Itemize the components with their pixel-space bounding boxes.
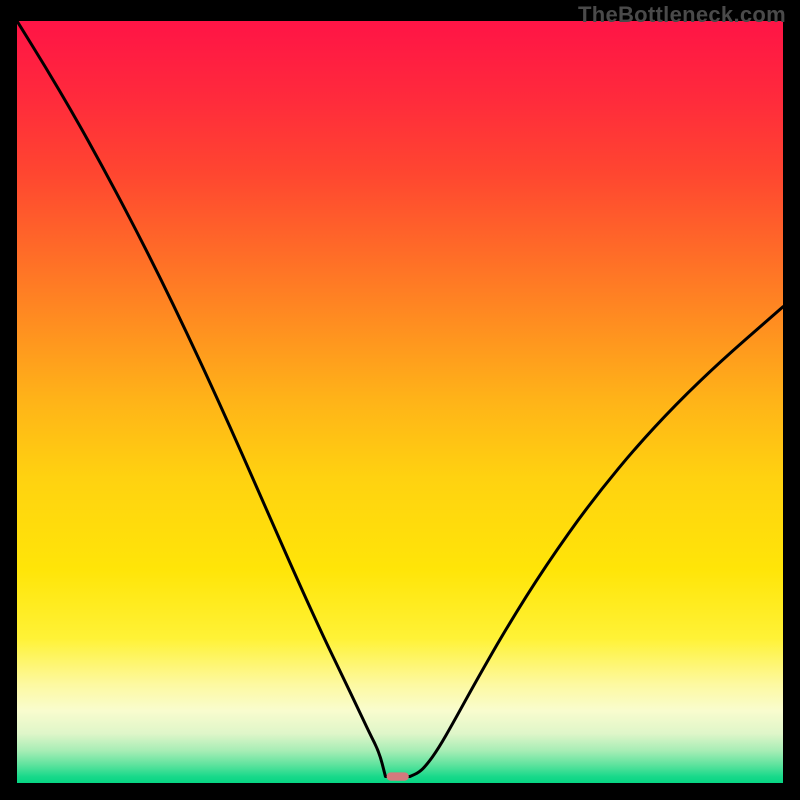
bottleneck-plot bbox=[17, 21, 783, 783]
min-marker bbox=[387, 772, 409, 780]
watermark-text: TheBottleneck.com bbox=[578, 2, 786, 28]
plot-svg bbox=[17, 21, 783, 783]
chart-frame: TheBottleneck.com bbox=[0, 0, 800, 800]
plot-background bbox=[17, 21, 783, 783]
min-marker-pill bbox=[387, 772, 409, 780]
